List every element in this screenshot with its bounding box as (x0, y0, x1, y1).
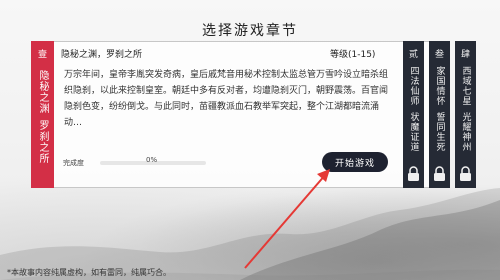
chapter-line1: 家国情怀 (434, 66, 445, 106)
lock-icon (434, 166, 445, 181)
chapter-story-text: 万宗年间，皇帝李胤突发奇病，皇后戚梵音用秘术控制太监总管万雪吟设立暗杀组织隐刹，… (64, 70, 389, 128)
chapter-vertical-title: 隐秘之渊 (37, 70, 48, 114)
chapter-heading: 隐秘之渊，罗刹之所 (61, 50, 143, 60)
locked-chapter-2[interactable]: 贰 四法仙师 状魔证道 (403, 41, 424, 188)
lock-icon (408, 166, 419, 181)
chapter-number: 壹 (37, 50, 47, 60)
chapter-number: 叁 (434, 50, 444, 60)
chapter-line2: 状魔证道 (408, 112, 419, 152)
chapter-line2: 誓同生死 (434, 112, 445, 152)
lock-icon (460, 166, 471, 181)
chapter-line1: 四法仙师 (408, 66, 419, 106)
disclaimer-footnote: *本故事内容纯属虚构，如有雷同，纯属巧合。 (7, 268, 171, 277)
locked-chapter-3[interactable]: 叁 家国情怀 誓同生死 (429, 41, 450, 188)
chapter-line2: 光耀神州 (460, 112, 471, 152)
chapter-vertical-subtitle: 罗刹之所 (37, 120, 48, 164)
chapter-line1: 西域七星 (460, 66, 471, 106)
chapter-number: 肆 (460, 50, 470, 60)
current-chapter-spine[interactable]: 壹 隐秘之渊 罗刹之所 (31, 41, 54, 188)
chapter-number: 贰 (408, 50, 418, 60)
progress-label: 完成度 (63, 159, 84, 167)
progress-value: 0% (146, 156, 158, 164)
start-game-button[interactable]: 开始游戏 (322, 152, 388, 172)
locked-chapter-4[interactable]: 肆 西域七星 光耀神州 (455, 41, 476, 188)
page-title: 选择游戏章节 (202, 23, 298, 39)
chapter-level: 等级(1-15) (330, 50, 376, 60)
